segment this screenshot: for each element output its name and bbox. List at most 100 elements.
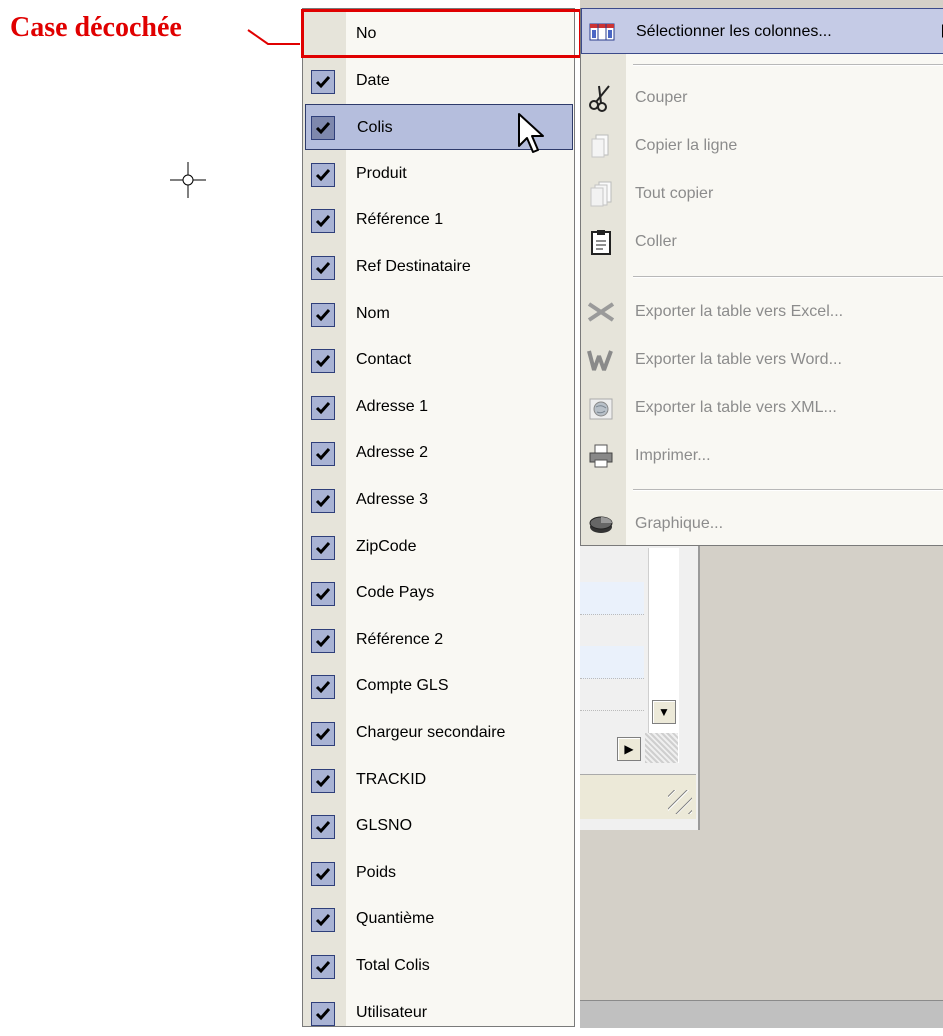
column-option[interactable]: Compte GLS	[305, 663, 573, 709]
column-option[interactable]: Date	[305, 58, 573, 104]
menu-item-label: Copier la ligne	[635, 137, 738, 154]
column-option[interactable]: Utilisateur	[305, 990, 573, 1036]
column-option-label: Compte GLS	[356, 677, 449, 694]
column-option-label: Adresse 3	[356, 491, 429, 508]
checkbox-check-icon[interactable]	[311, 908, 335, 932]
menu-item-label: Graphique...	[635, 515, 724, 532]
crosshair-cursor-icon	[170, 162, 206, 198]
column-option[interactable]: Total Colis	[305, 943, 573, 989]
column-option-label: Date	[356, 72, 390, 89]
menu-item-label: Coller	[635, 233, 677, 250]
scrollbar-corner: ▶	[617, 733, 678, 763]
checkbox-check-icon[interactable]	[311, 955, 335, 979]
menu-separator	[633, 64, 943, 66]
menu-item-export-xml[interactable]: Exporter la table vers XML...	[581, 385, 943, 431]
checkbox-check-icon[interactable]	[311, 442, 335, 466]
column-option-label: Total Colis	[356, 957, 430, 974]
menu-item-label: Couper	[635, 89, 688, 106]
checkbox-check-icon[interactable]	[311, 489, 335, 513]
scroll-down-button[interactable]: ▼	[652, 700, 676, 724]
column-option[interactable]: Quantième	[305, 896, 573, 942]
column-option[interactable]: Adresse 2	[305, 430, 573, 476]
checkbox-check-icon[interactable]	[311, 629, 335, 653]
scissors-icon	[589, 85, 610, 112]
column-option-label: Adresse 1	[356, 398, 429, 415]
checkbox-check-icon[interactable]	[311, 349, 335, 373]
xml-globe-icon	[589, 398, 613, 420]
menu-item-chart[interactable]: Graphique...	[581, 501, 943, 547]
menu-separator	[633, 489, 943, 491]
menu-item-export-word[interactable]: Exporter la table vers Word...	[581, 337, 943, 383]
column-option-label: Quantième	[356, 910, 435, 927]
column-option[interactable]: ZipCode	[305, 524, 573, 570]
column-option[interactable]: GLSNO	[305, 803, 573, 849]
menu-item-cut[interactable]: Couper	[581, 75, 943, 121]
column-option[interactable]: Adresse 1	[305, 384, 573, 430]
menu-item-label: Tout copier	[635, 185, 714, 202]
column-option-label: ZipCode	[356, 538, 417, 555]
checkbox-check-icon[interactable]	[311, 582, 335, 606]
column-option[interactable]: Ref Destinataire	[305, 244, 573, 290]
excel-icon	[587, 302, 615, 322]
column-option[interactable]: Chargeur secondaire	[305, 710, 573, 756]
checkbox-check-icon[interactable]	[311, 116, 335, 140]
column-option-label: GLSNO	[356, 817, 413, 834]
mouse-pointer-icon	[518, 113, 544, 153]
menu-item-paste[interactable]: Coller	[581, 219, 943, 265]
menu-item-copy-row[interactable]: Copier la ligne	[581, 123, 943, 169]
checkbox-check-icon[interactable]	[311, 1002, 335, 1026]
checkbox-check-icon[interactable]	[311, 303, 335, 327]
menu-item-copy-all[interactable]: Tout copier	[581, 171, 943, 217]
column-option[interactable]: Nom	[305, 291, 573, 337]
column-option[interactable]: Contact	[305, 337, 573, 383]
column-option[interactable]: Référence 1	[305, 197, 573, 243]
column-option-label: Référence 2	[356, 631, 444, 648]
checkbox-check-icon[interactable]	[311, 396, 335, 420]
menu-item-label: Imprimer...	[635, 447, 711, 464]
column-option-label: Poids	[356, 864, 397, 881]
column-option-label: Ref Destinataire	[356, 258, 471, 275]
copy-all-icon	[590, 181, 612, 207]
column-option-label: Code Pays	[356, 584, 435, 601]
checkbox-check-icon[interactable]	[311, 815, 335, 839]
column-option[interactable]: Adresse 3	[305, 477, 573, 523]
checkbox-check-icon[interactable]	[311, 256, 335, 280]
column-option[interactable]: TRACKID	[305, 757, 573, 803]
column-option-label: Utilisateur	[356, 1004, 428, 1021]
menu-item-label: Exporter la table vers Excel...	[635, 303, 844, 320]
column-option-label: Colis	[357, 119, 393, 136]
menu-item-select-columns[interactable]: Sélectionner les colonnes...	[581, 8, 943, 54]
menu-item-print[interactable]: Imprimer...	[581, 433, 943, 479]
checkbox-check-icon[interactable]	[311, 536, 335, 560]
annotation-leader-line	[247, 29, 300, 45]
resize-grip-icon[interactable]	[668, 790, 692, 814]
checkbox-check-icon[interactable]	[311, 675, 335, 699]
column-option-label: Référence 1	[356, 211, 444, 228]
table-context-menu: Sélectionner les colonnes... Couper Copi…	[580, 8, 943, 546]
checkbox-check-icon[interactable]	[311, 862, 335, 886]
column-option[interactable]: Code Pays	[305, 570, 573, 616]
annotation-highlight-box	[301, 9, 582, 58]
bottom-bar	[580, 1000, 943, 1028]
printer-icon	[589, 444, 613, 468]
column-option[interactable]: Poids	[305, 850, 573, 896]
column-option-label: TRACKID	[356, 771, 427, 788]
column-chooser-menu: No Date Colis Produit Référence 1 Ref Destina…	[302, 8, 575, 1027]
checkbox-check-icon[interactable]	[311, 722, 335, 746]
column-option-label: Produit	[356, 165, 407, 182]
column-option[interactable]: Référence 2	[305, 617, 573, 663]
menu-item-export-excel[interactable]: Exporter la table vers Excel...	[581, 289, 943, 335]
word-icon	[587, 350, 613, 371]
menu-item-label: Exporter la table vers Word...	[635, 351, 842, 368]
column-option-label: Adresse 2	[356, 444, 429, 461]
chart-icon	[589, 516, 613, 533]
vertical-scrollbar[interactable]: ▼	[648, 548, 679, 763]
clipboard-icon	[591, 230, 611, 255]
menu-item-label: Sélectionner les colonnes...	[636, 23, 832, 40]
checkbox-check-icon[interactable]	[311, 70, 335, 94]
scroll-right-button[interactable]: ▶	[617, 737, 641, 761]
columns-icon	[589, 23, 615, 41]
checkbox-check-icon[interactable]	[311, 769, 335, 793]
checkbox-check-icon[interactable]	[311, 209, 335, 233]
checkbox-check-icon[interactable]	[311, 163, 335, 187]
